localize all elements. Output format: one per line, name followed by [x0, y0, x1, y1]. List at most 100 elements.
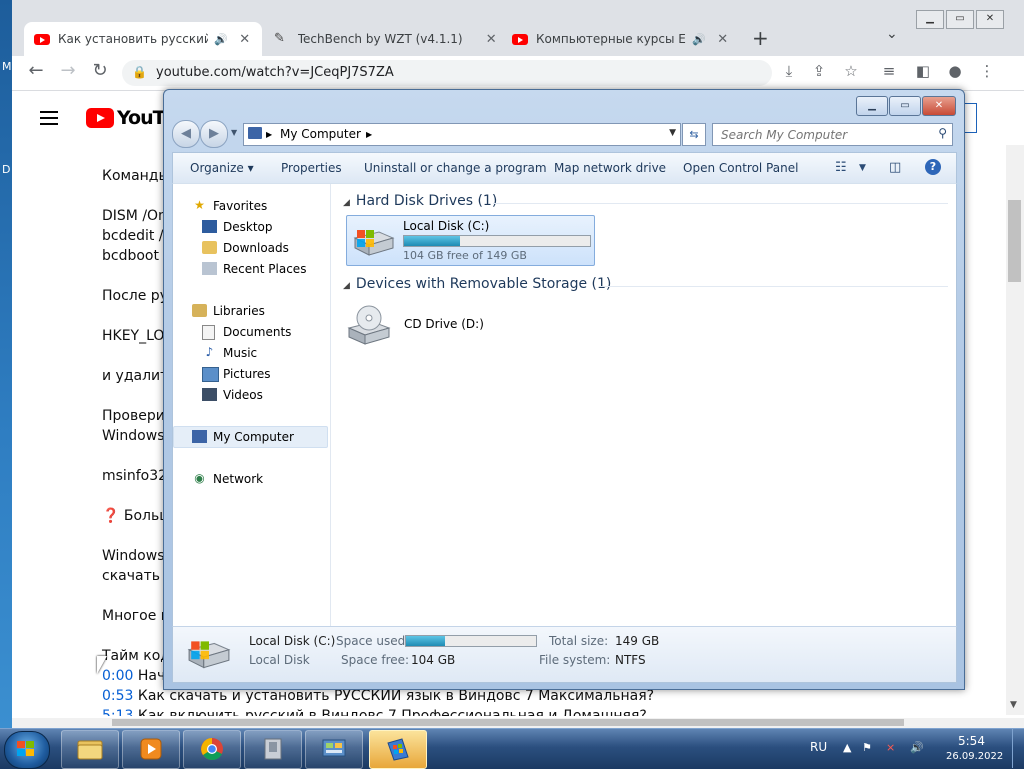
- forward-arrow-icon[interactable]: →: [56, 60, 80, 81]
- taskbar-chrome-button[interactable]: [183, 730, 241, 769]
- space-free-value: 104 GB: [411, 653, 456, 667]
- taskbar-control-panel-button[interactable]: [305, 730, 363, 769]
- address-bar[interactable]: 🔒 youtube.com/watch?v=JCeqPJ7S7ZA: [122, 60, 772, 86]
- address-dropdown-icon[interactable]: ▼: [669, 128, 676, 138]
- breadcrumb-separator-icon[interactable]: ▶: [366, 130, 372, 139]
- clock-time[interactable]: 5:54: [958, 734, 985, 748]
- language-indicator[interactable]: RU: [810, 740, 827, 754]
- explorer-address-bar[interactable]: ▶ My Computer ▶ ▼: [243, 123, 681, 146]
- scroll-down-arrow-icon[interactable]: ▼: [1010, 700, 1017, 710]
- nav-recent-places[interactable]: Recent Places: [173, 259, 328, 279]
- show-hidden-icons-icon[interactable]: ▲: [843, 741, 851, 754]
- nav-desktop[interactable]: Desktop: [173, 217, 328, 237]
- help-icon[interactable]: ?: [925, 159, 941, 175]
- page-scrollbar-thumb[interactable]: [1008, 200, 1021, 282]
- change-view-icon[interactable]: ☷: [835, 160, 847, 175]
- group-header-removable[interactable]: ◢ Devices with Removable Storage (1): [343, 276, 611, 292]
- explorer-forward-icon[interactable]: ▶: [200, 120, 228, 148]
- side-panel-icon[interactable]: ◧: [912, 62, 934, 80]
- tab-close-icon[interactable]: ✕: [236, 32, 254, 47]
- chrome-menu-icon[interactable]: ⋮: [976, 62, 998, 80]
- cd-drive-icon[interactable]: [347, 304, 391, 348]
- new-tab-button[interactable]: +: [752, 26, 769, 50]
- reading-list-icon[interactable]: ≡: [878, 62, 900, 80]
- timestamp-link[interactable]: 5:13: [102, 708, 133, 716]
- action-center-icon[interactable]: ⚑: [862, 741, 872, 754]
- description-line: ❓ Больш: [102, 508, 173, 524]
- clock-date[interactable]: 26.09.2022: [946, 751, 1003, 762]
- breadcrumb-separator-icon[interactable]: ▶: [266, 130, 272, 139]
- tab-techbench[interactable]: ✎ TechBench by WZT (v4.1.1) ✕: [262, 22, 500, 56]
- explorer-refresh-icon[interactable]: ⇆: [682, 123, 706, 146]
- description-line: DISM /On: [102, 208, 167, 224]
- navigation-pane: ★ Favorites Desktop Downloads Recent Pla…: [173, 184, 331, 627]
- hamburger-menu-icon[interactable]: [40, 111, 58, 129]
- cd-drive-name[interactable]: CD Drive (D:): [404, 317, 484, 331]
- explorer-minimize-button[interactable]: ▁: [856, 96, 888, 116]
- horizontal-scrollbar-thumb[interactable]: [112, 719, 904, 726]
- map-network-drive-button[interactable]: Map network drive: [554, 161, 666, 175]
- uninstall-program-button[interactable]: Uninstall or change a program: [364, 161, 547, 175]
- nav-label: Videos: [223, 388, 263, 402]
- organize-button[interactable]: Organize ▾: [190, 161, 254, 175]
- nav-music[interactable]: ♪ Music: [173, 343, 328, 363]
- taskbar-my-computer-button[interactable]: [369, 730, 427, 769]
- nav-network[interactable]: ◉ Network: [173, 469, 328, 489]
- collapse-triangle-icon[interactable]: ◢: [343, 281, 350, 291]
- explorer-back-icon[interactable]: ◀: [172, 120, 200, 148]
- local-disk-c-tile[interactable]: Local Disk (C:) 104 GB free of 149 GB: [346, 215, 595, 266]
- disk-usage-fill: [404, 236, 460, 246]
- properties-button[interactable]: Properties: [281, 161, 342, 175]
- nav-label: Documents: [223, 325, 292, 339]
- tab-close-icon[interactable]: ✕: [714, 32, 732, 47]
- tab-close-icon[interactable]: ✕: [482, 32, 500, 47]
- speaker-icon[interactable]: 🔊: [692, 33, 706, 46]
- group-header-hdd[interactable]: ◢ Hard Disk Drives (1): [343, 193, 497, 209]
- close-button[interactable]: ✕: [976, 10, 1004, 29]
- show-desktop-button[interactable]: [1012, 729, 1024, 768]
- lock-icon[interactable]: 🔒: [132, 65, 147, 79]
- search-icon[interactable]: ⚲: [938, 126, 947, 140]
- nav-favorites[interactable]: ★ Favorites: [173, 196, 328, 216]
- nav-videos[interactable]: Videos: [173, 385, 328, 405]
- explorer-maximize-button[interactable]: ▭: [889, 96, 921, 116]
- explorer-close-button[interactable]: ✕: [922, 96, 956, 116]
- tab-search-chevron-icon[interactable]: ⌄: [886, 26, 898, 42]
- profile-avatar-icon[interactable]: ●: [944, 62, 966, 80]
- collapse-triangle-icon[interactable]: ◢: [343, 198, 350, 208]
- taskbar-archive-app-button[interactable]: [244, 730, 302, 769]
- taskbar-media-player-button[interactable]: [122, 730, 180, 769]
- nav-downloads[interactable]: Downloads: [173, 238, 328, 258]
- install-app-icon[interactable]: ⤓: [778, 62, 800, 80]
- computer-icon: [192, 430, 207, 443]
- tab-computer-courses[interactable]: Компьютерные курсы Евге 🔊 ✕: [502, 22, 740, 56]
- volume-icon[interactable]: 🔊: [910, 741, 924, 754]
- share-icon[interactable]: ⇪: [808, 62, 830, 80]
- tab-youtube-russian[interactable]: Как установить русский язы 🔊 ✕: [24, 22, 262, 56]
- preview-pane-icon[interactable]: ◫: [889, 160, 901, 175]
- nav-my-computer[interactable]: My Computer: [173, 426, 328, 448]
- back-arrow-icon[interactable]: ←: [24, 60, 48, 81]
- open-control-panel-button[interactable]: Open Control Panel: [683, 161, 798, 175]
- group-title: Hard Disk Drives (1): [355, 193, 498, 209]
- nav-pictures[interactable]: Pictures: [173, 364, 328, 384]
- start-button[interactable]: [4, 731, 50, 769]
- url-text[interactable]: youtube.com/watch?v=JCeqPJ7S7ZA: [156, 65, 394, 80]
- taskbar-explorer-button[interactable]: [61, 730, 119, 769]
- recent-pages-chevron-icon[interactable]: ▼: [231, 128, 237, 137]
- explorer-history-buttons: ◀ ▶: [172, 120, 228, 148]
- minimize-button[interactable]: ▁: [916, 10, 944, 29]
- reload-icon[interactable]: ↻: [88, 60, 112, 81]
- explorer-search-input[interactable]: [719, 124, 923, 146]
- view-dropdown-icon[interactable]: ▼: [859, 163, 866, 173]
- explorer-search-box[interactable]: ⚲: [712, 123, 953, 146]
- bookmark-star-icon[interactable]: ☆: [840, 62, 862, 80]
- restore-button[interactable]: ▭: [946, 10, 974, 29]
- network-disconnected-icon[interactable]: ⨯: [886, 741, 895, 754]
- speaker-icon[interactable]: 🔊: [214, 33, 228, 46]
- nav-libraries[interactable]: Libraries: [173, 301, 328, 321]
- desktop-icon: [202, 220, 217, 233]
- breadcrumb-my-computer[interactable]: My Computer: [280, 127, 361, 141]
- timestamp-link[interactable]: 0:53: [102, 688, 133, 704]
- nav-documents[interactable]: Documents: [173, 322, 328, 342]
